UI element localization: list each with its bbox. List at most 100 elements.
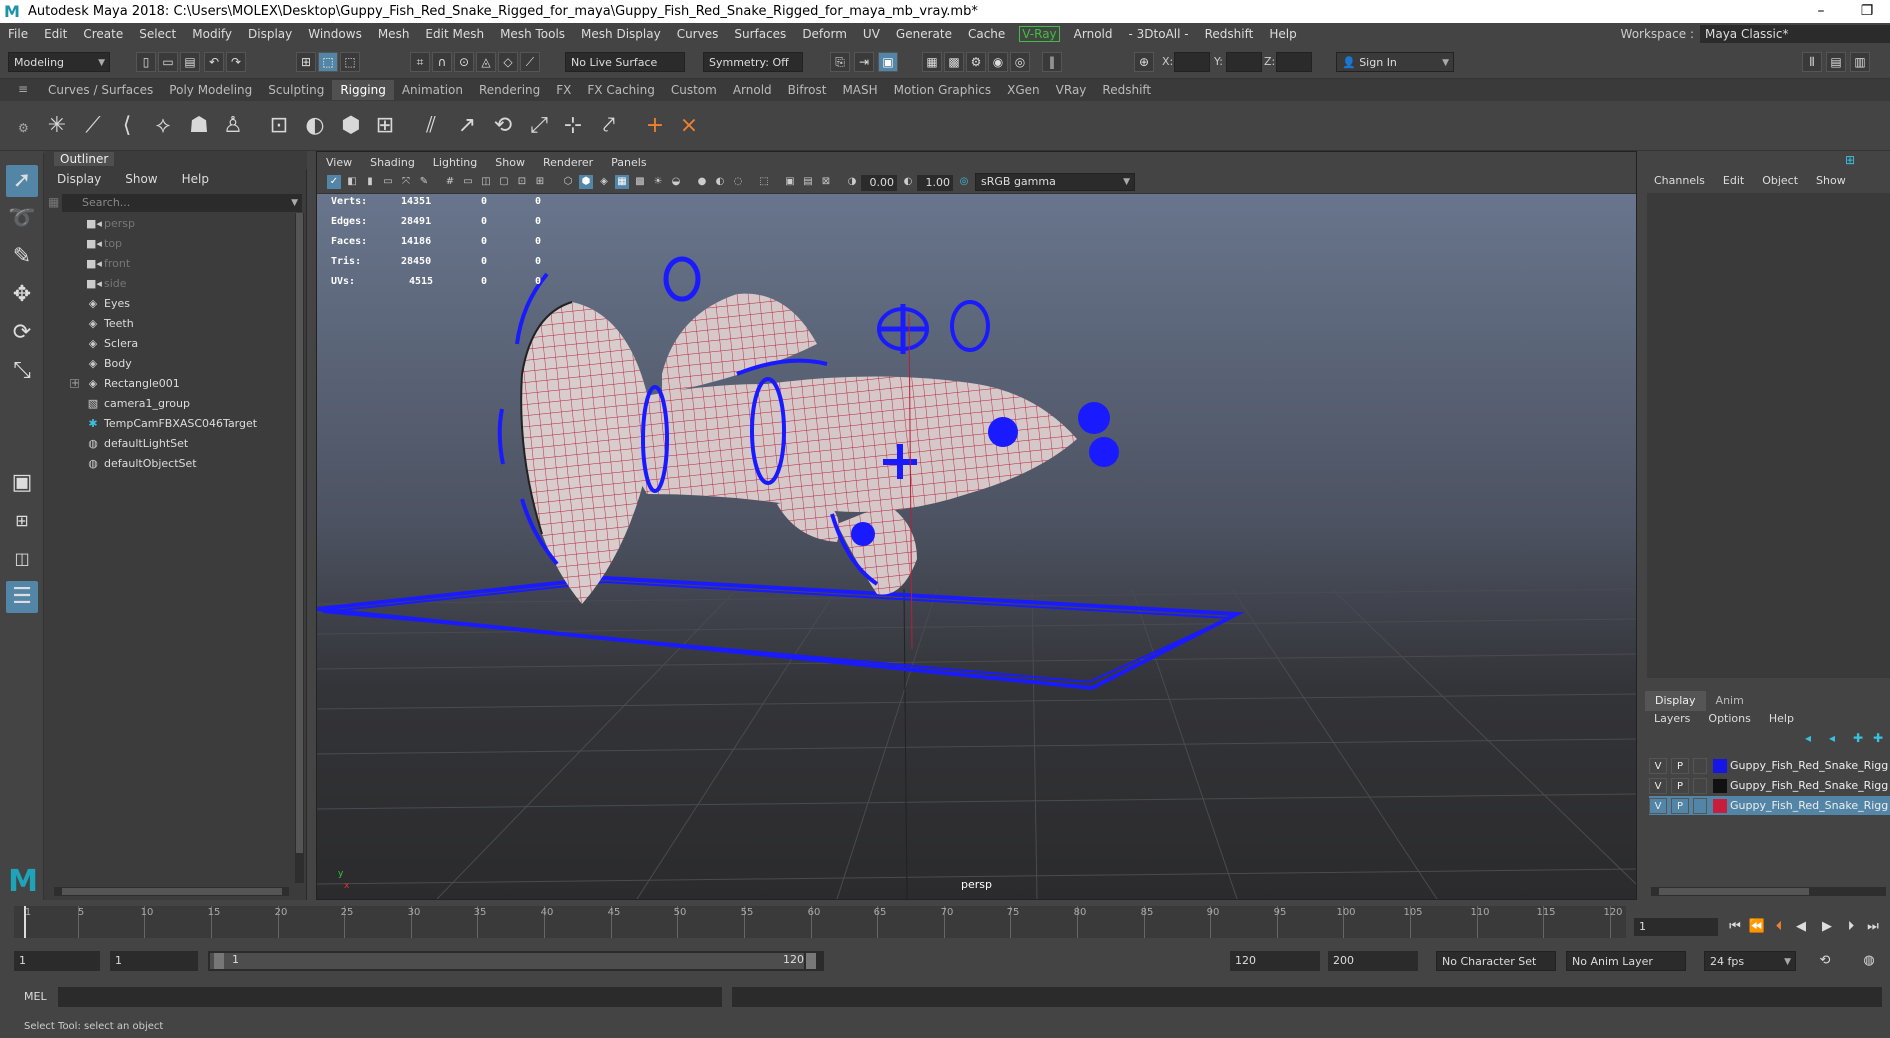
menu-mesh[interactable]: Mesh	[370, 27, 418, 41]
menu-help[interactable]: Help	[1261, 27, 1304, 41]
ik-handle-icon[interactable]: ⟋	[76, 109, 110, 143]
gate-mask-icon[interactable]: ▢	[497, 175, 511, 189]
move-tool-icon[interactable]: ✥	[6, 279, 38, 311]
2d-pan-icon[interactable]: ⤧	[399, 175, 413, 189]
save-scene-icon[interactable]: ▤	[180, 52, 200, 72]
new-layer-selected-icon[interactable]: ✚	[1873, 731, 1883, 745]
range-start-grip[interactable]	[214, 953, 224, 969]
restore-button[interactable]: ❐	[1844, 0, 1890, 22]
tool-settings-icon[interactable]: ▥	[1850, 52, 1870, 72]
outliner-item-rectangle001[interactable]: + ◈ Rectangle001	[44, 373, 294, 393]
ik-spline-icon[interactable]: ⟨	[110, 109, 144, 143]
outliner-item-sclera[interactable]: ◈ Sclera	[44, 333, 294, 353]
shelf-tab-curves[interactable]: Curves / Surfaces	[40, 80, 161, 100]
outliner-item-eyes[interactable]: ◈ Eyes	[44, 293, 294, 313]
motion-blur-icon[interactable]: ◐	[713, 175, 727, 189]
shelf-tab-arnold[interactable]: Arnold	[725, 80, 780, 100]
snap-view-icon[interactable]: ◬	[476, 52, 496, 72]
menu-arnold[interactable]: Arnold	[1066, 27, 1121, 41]
redo-icon[interactable]: ↷	[226, 52, 246, 72]
viewport-menu-lighting[interactable]: Lighting	[424, 156, 486, 169]
layer-playback-toggle[interactable]: P	[1671, 777, 1689, 794]
play-forward-icon[interactable]: ▶	[1818, 918, 1836, 936]
layer-move-down-icon[interactable]: ◂	[1829, 731, 1835, 745]
viewport-menu-shading[interactable]: Shading	[361, 156, 424, 169]
wireframe-icon[interactable]: ⬡	[561, 175, 575, 189]
layer-menu-help[interactable]: Help	[1760, 710, 1803, 728]
scale-tool-icon[interactable]: ⤡	[6, 355, 38, 387]
camera-attributes-icon[interactable]: ◧	[345, 175, 359, 189]
channel-box-toggle-icon[interactable]: ⊞	[1845, 153, 1855, 167]
shelf-tab-sculpting[interactable]: Sculpting	[260, 80, 332, 100]
film-gate-icon[interactable]: ▭	[461, 175, 475, 189]
playback-start-field[interactable]: 1	[110, 951, 198, 971]
undo-icon[interactable]: ↶	[204, 52, 224, 72]
isolate-select-icon[interactable]: ⬚	[757, 175, 771, 189]
menu-windows[interactable]: Windows	[300, 27, 370, 41]
menu-create[interactable]: Create	[75, 27, 131, 41]
layer-playback-toggle[interactable]: P	[1671, 757, 1689, 774]
fps-dropdown[interactable]: 24 fps ▼	[1704, 951, 1796, 971]
layer-color-swatch[interactable]	[1713, 778, 1727, 793]
viewport-menu-show[interactable]: Show	[486, 156, 534, 169]
rotate-tool-icon[interactable]: ⟳	[6, 317, 38, 349]
shelf-tab-custom[interactable]: Custom	[663, 80, 725, 100]
menu-surfaces[interactable]: Surfaces	[726, 27, 794, 41]
channel-menu-show[interactable]: Show	[1807, 171, 1855, 191]
lights-icon[interactable]: ☀	[651, 175, 665, 189]
layer-tab-anim[interactable]: Anim	[1706, 691, 1754, 711]
menu-vray[interactable]: V-Ray	[1019, 26, 1060, 42]
layer-type-toggle[interactable]	[1693, 797, 1707, 814]
playback-end-field[interactable]: 120	[1230, 951, 1320, 971]
menu-curves[interactable]: Curves	[669, 27, 727, 41]
lattice-icon[interactable]: ⬢	[334, 109, 368, 143]
layer-row[interactable]: V P Guppy_Fish_Red_Snake_Rigg	[1649, 796, 1890, 815]
x-field[interactable]	[1174, 52, 1210, 72]
y-field[interactable]	[1226, 52, 1262, 72]
layer-row[interactable]: V P Guppy_Fish_Red_Snake_Rigg	[1649, 776, 1890, 795]
current-time-marker[interactable]: 1	[24, 906, 31, 938]
shelf-tab-animation[interactable]: Animation	[394, 80, 471, 100]
snap-grid-icon[interactable]: ⌗	[410, 52, 430, 72]
layer-row[interactable]: V P Guppy_Fish_Red_Snake_Rigg	[1649, 756, 1890, 775]
render-view-icon[interactable]: ▦	[922, 52, 942, 72]
gamma-field[interactable]: 1.00	[917, 175, 953, 191]
paint-select-icon[interactable]: ✎	[6, 241, 38, 273]
layer-color-swatch[interactable]	[1713, 798, 1727, 813]
outliner-item-teeth[interactable]: ◈ Teeth	[44, 313, 294, 333]
outliner-menu-show[interactable]: Show	[112, 169, 168, 189]
point-constraint-icon[interactable]: ⫽	[414, 109, 448, 143]
render-frame-icon[interactable]: ▣	[878, 52, 898, 72]
outliner-menu-display[interactable]: Display	[44, 169, 112, 189]
menu-set-dropdown[interactable]: Modeling ▼	[8, 52, 110, 72]
step-back-key-icon[interactable]: ⏪	[1748, 918, 1766, 936]
layer-menu-options[interactable]: Options	[1699, 710, 1759, 728]
character-set-dropdown[interactable]: No Character Set	[1436, 951, 1556, 971]
outliner-item-tempcam-target[interactable]: ✱ TempCamFBXASC046Target	[44, 413, 294, 433]
resolution-gate-icon[interactable]: ◫	[479, 175, 493, 189]
anti-aliasing-icon[interactable]: ◌	[731, 175, 745, 189]
ipr-render-icon[interactable]: ▩	[944, 52, 964, 72]
filter-icon[interactable]: ▦	[48, 195, 59, 209]
shadows-icon[interactable]: ◒	[669, 175, 683, 189]
shelf-tab-poly-modeling[interactable]: Poly Modeling	[161, 80, 260, 100]
outliner-vertical-scrollbar[interactable]	[295, 213, 304, 883]
open-scene-icon[interactable]: ▭	[158, 52, 178, 72]
shelf-tab-motion-graphics[interactable]: Motion Graphics	[886, 80, 1000, 100]
symmetry-dropdown[interactable]: Symmetry: Off	[703, 52, 803, 72]
menu-uv[interactable]: UV	[855, 27, 888, 41]
outliner-item-body[interactable]: ◈ Body	[44, 353, 294, 373]
command-input[interactable]	[58, 987, 722, 1007]
step-back-frame-icon[interactable]: ⏴	[1770, 918, 1788, 936]
shelf-tab-vray[interactable]: VRay	[1048, 80, 1095, 100]
outliner-item-default-light-set[interactable]: ◍ defaultLightSet	[44, 433, 294, 453]
current-frame-field[interactable]: 1	[1634, 918, 1718, 936]
layer-type-toggle[interactable]	[1693, 777, 1707, 794]
time-ruler[interactable]: 1 5 10 15 20 25 30 35 40 45 50 55 60 65 …	[14, 906, 1626, 938]
outliner-menu-help[interactable]: Help	[169, 169, 220, 189]
animation-end-field[interactable]: 200	[1328, 951, 1418, 971]
menu-cache[interactable]: Cache	[960, 27, 1013, 41]
cluster-icon[interactable]: ⊞	[368, 109, 402, 143]
scale-constraint-icon[interactable]: ⤢	[522, 109, 556, 143]
select-objects-icon[interactable]: ⬚	[318, 52, 338, 72]
